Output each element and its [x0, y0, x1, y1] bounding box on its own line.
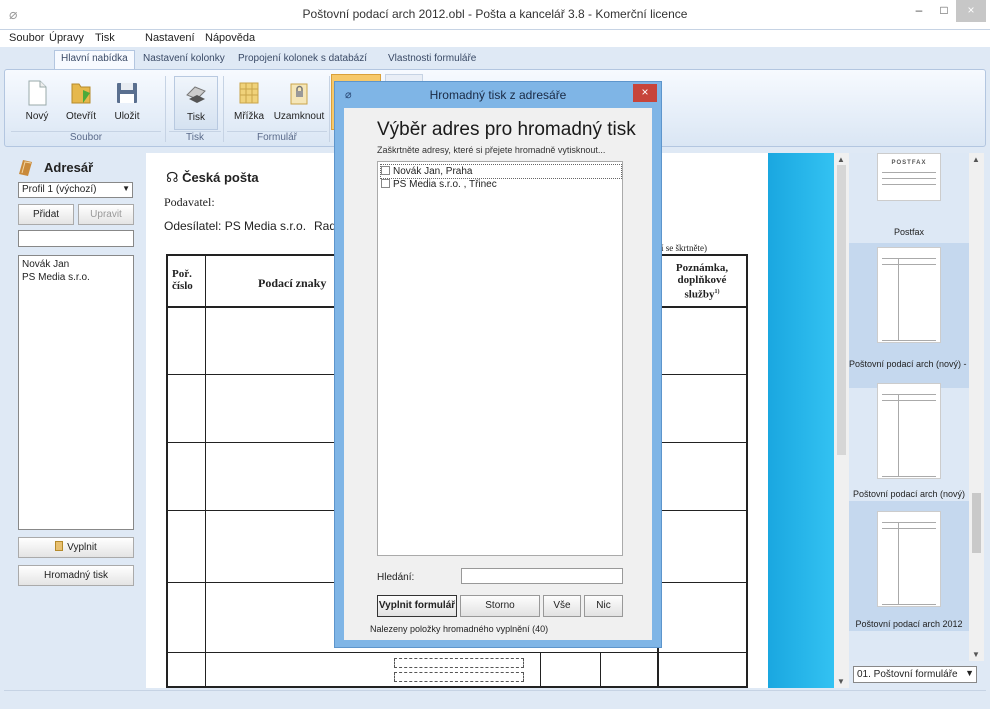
chevron-up-icon[interactable]: ▲: [972, 155, 980, 164]
lock-button[interactable]: Uzamknout: [273, 76, 325, 130]
fill-form-button[interactable]: Vyplnit formulář: [377, 595, 457, 617]
adresar-panel: Adresář Profil 1 (výchozí) ▼ Přidat Upra…: [4, 150, 141, 688]
col-header-por: Poř. číslo: [172, 268, 193, 292]
fill-button-label: Vyplnit: [67, 542, 97, 553]
search-label: Hledání:: [377, 572, 415, 583]
list-item[interactable]: PS Media s.r.o.: [22, 271, 130, 284]
tab-nastaveni-kolonky[interactable]: Nastavení kolonky: [137, 51, 231, 69]
dialog-close-button[interactable]: ×: [633, 84, 657, 102]
chevron-down-icon: ▼: [965, 668, 974, 678]
open-button[interactable]: Otevřít: [61, 76, 101, 130]
group-label-tisk: Tisk: [169, 131, 221, 145]
address-item[interactable]: PS Media s.r.o. , Třinec: [381, 178, 497, 191]
tab-hlavni-nabidka[interactable]: Hlavní nabídka: [54, 50, 135, 70]
chevron-down-icon[interactable]: ▼: [972, 650, 980, 659]
podavatel-label: Podavatel:: [164, 195, 215, 209]
status-bar: [4, 690, 986, 707]
select-all-button[interactable]: Vše: [543, 595, 581, 617]
menu-bar: Soubor Úpravy Tisk Nastavení Nápověda: [0, 30, 990, 47]
close-window-button[interactable]: ×: [956, 0, 986, 22]
edit-contact-button[interactable]: Upravit: [78, 204, 134, 225]
lock-icon: [290, 83, 308, 105]
chevron-up-icon[interactable]: ▲: [837, 155, 845, 164]
grid-icon: [239, 82, 259, 104]
minimize-button[interactable]: ‒: [906, 0, 932, 22]
storno-button[interactable]: Storno: [460, 595, 540, 617]
print-button[interactable]: Tisk: [174, 76, 218, 130]
chevron-down-icon: ▼: [122, 184, 130, 193]
odesilatel-value: Odesílatel: PS Media s.r.o.: [164, 219, 307, 233]
fill-button[interactable]: Vyplnit: [18, 537, 134, 558]
form-category-select[interactable]: 01. Poštovní formuláře ▼: [853, 666, 977, 683]
group-label-formular: Formulář: [227, 131, 327, 145]
dialog-status: Nalezeny položky hromadného vyplnění (40…: [370, 624, 549, 634]
new-document-icon: [28, 80, 47, 106]
printer-icon: [186, 86, 206, 103]
col-header-poznamka: Poznámka, doplňkové služby1): [675, 262, 729, 301]
cyan-divider: [768, 153, 834, 688]
menu-soubor[interactable]: Soubor: [9, 32, 44, 44]
address-checkbox[interactable]: [381, 166, 390, 175]
window-title: Poštovní podací arch 2012.obl - Pošta a …: [302, 7, 688, 21]
save-disk-icon: [117, 83, 137, 103]
contact-list[interactable]: Novák Jan PS Media s.r.o.: [18, 255, 134, 530]
scroll-thumb[interactable]: [837, 165, 846, 455]
address-checkbox[interactable]: [381, 179, 390, 188]
tab-propojeni-kolonek[interactable]: Propojení kolonek s databází: [232, 51, 373, 69]
col-header-znaky: Podací znaky: [258, 276, 327, 290]
tab-vlastnosti-formulare[interactable]: Vlastnosti formuláře: [382, 51, 482, 69]
window-titlebar: ⌀ Poštovní podací arch 2012.obl - Pošta …: [0, 0, 990, 30]
thumbnail-label[interactable]: Postfax: [849, 227, 969, 237]
address-item[interactable]: Novák Jan, Praha: [380, 164, 622, 179]
adresar-title: Adresář: [44, 160, 94, 175]
fill-icon: [55, 541, 64, 551]
form-thumbnails: POSTFAX Postfax Poštovní podací arch (no…: [849, 153, 969, 661]
scroll-thumb[interactable]: [972, 493, 981, 553]
address-book-icon: [19, 160, 32, 176]
bulk-print-button[interactable]: Hromadný tisk: [18, 565, 134, 586]
new-button[interactable]: Nový: [17, 76, 57, 130]
thumbnails-scrollbar[interactable]: ▲ ▼: [969, 153, 984, 661]
grid-button[interactable]: Mřížka: [229, 76, 269, 130]
bulk-print-dialog: ⌀ Hromadný tisk z adresáře × Výběr adres…: [334, 81, 662, 648]
list-item[interactable]: Novák Jan: [22, 258, 130, 271]
dialog-search-input[interactable]: [461, 568, 623, 584]
save-button[interactable]: Uložit: [107, 76, 147, 130]
document-scrollbar[interactable]: ▲ ▼: [834, 153, 849, 688]
thumbnail-arch-novy[interactable]: [877, 383, 941, 479]
thumbnail-arch-novy-n[interactable]: [877, 247, 941, 343]
ribbon-tabs: Hlavní nabídka Nastavení kolonky Propoje…: [0, 47, 990, 70]
posthorn-icon: ☊: [166, 169, 179, 185]
select-none-button[interactable]: Nic: [584, 595, 623, 617]
thumbnail-arch-2012[interactable]: [877, 511, 941, 607]
dialog-title: Hromadný tisk z adresáře: [429, 88, 567, 102]
thumbnail-label[interactable]: Poštovní podací arch 2012: [849, 619, 969, 629]
maximize-button[interactable]: □: [932, 0, 956, 22]
thumbnail-postfax[interactable]: POSTFAX: [877, 153, 941, 201]
chevron-down-icon[interactable]: ▼: [837, 677, 845, 686]
thumbnail-label[interactable]: Poštovní podací arch (nový) - n: [849, 359, 969, 369]
open-folder-icon: [71, 83, 91, 104]
dialog-heading: Výběr adres pro hromadný tisk: [377, 119, 636, 140]
group-label-soubor: Soubor: [11, 131, 161, 145]
profile-select[interactable]: Profil 1 (výchozí) ▼: [18, 182, 133, 198]
rad-text: Rad: [314, 219, 337, 233]
profile-select-value: Profil 1 (výchozí): [22, 184, 97, 195]
menu-tisk[interactable]: Tisk: [95, 32, 115, 44]
menu-nastaveni[interactable]: Nastavení: [145, 32, 195, 44]
dashed-field: [394, 672, 524, 682]
dialog-subtitle: Zaškrtněte adresy, které si přejete hrom…: [377, 145, 606, 155]
contact-search-input[interactable]: [18, 230, 134, 247]
menu-napoveda[interactable]: Nápověda: [205, 32, 255, 44]
address-checklist[interactable]: Novák Jan, Praha PS Media s.r.o. , Třine…: [377, 161, 623, 556]
add-contact-button[interactable]: Přidat: [18, 204, 74, 225]
ceska-posta-logo: ☊ Česká pošta: [166, 169, 259, 185]
form-category-value: 01. Poštovní formuláře: [857, 669, 958, 680]
thumbnail-label[interactable]: Poštovní podací arch (nový): [849, 489, 969, 499]
dashed-field: [394, 658, 524, 668]
dialog-body: Výběr adres pro hromadný tisk Zaškrtněte…: [344, 108, 652, 640]
menu-upravy[interactable]: Úpravy: [49, 32, 84, 44]
